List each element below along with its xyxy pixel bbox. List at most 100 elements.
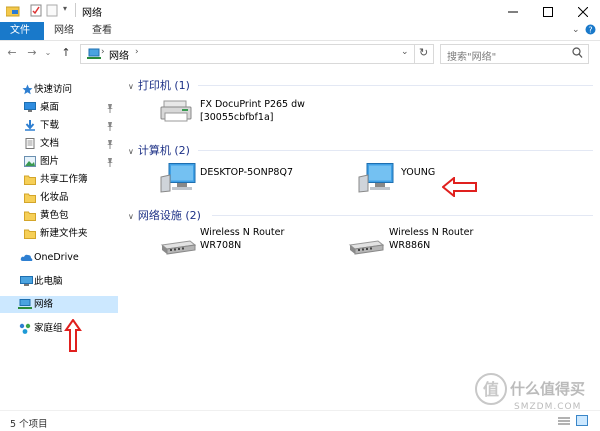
folder-icon (24, 210, 36, 221)
nav-item-desktop[interactable]: 桌面 (0, 99, 118, 116)
group-divider (198, 150, 593, 151)
up-arrow-icon[interactable]: ↑ (58, 45, 74, 61)
pin-icon[interactable] (106, 102, 114, 113)
computer-name: DESKTOP-5ONP8Q7 (200, 167, 293, 178)
router-model: WR708N (200, 240, 242, 251)
title-separator (75, 3, 76, 17)
nav-quick-access[interactable]: 快速访问 (0, 81, 118, 98)
explorer-app-icon[interactable] (5, 5, 20, 20)
network-item-router-wr886n[interactable]: Wireless N Router WR886N (348, 227, 538, 261)
nav-item-folder-cosmetics[interactable]: 化妆品 (0, 189, 118, 206)
address-divider (414, 45, 415, 63)
new-folder-icon[interactable] (46, 4, 58, 20)
window-title: 网络 (82, 8, 102, 19)
computer-icon (160, 163, 196, 196)
pin-icon[interactable] (106, 120, 114, 131)
svg-text:?: ? (588, 26, 592, 35)
breadcrumb-separator-icon[interactable]: › (101, 47, 105, 57)
forward-arrow-icon[interactable]: → (24, 45, 40, 61)
address-bar[interactable]: › 网络 › ⌄ ↻ (80, 44, 434, 64)
maximize-button[interactable] (531, 0, 565, 22)
computer-name: YOUNG (401, 167, 436, 178)
nav-item-downloads[interactable]: 下载 (0, 117, 118, 134)
pin-icon[interactable] (106, 156, 114, 167)
group-header-network-infrastructure[interactable]: ∨ 网络设施 (2) (128, 207, 201, 223)
nav-item-folder-new[interactable]: 新建文件夹 (0, 225, 118, 242)
folder-icon (24, 174, 36, 185)
star-icon (22, 84, 33, 95)
breadcrumb-network[interactable]: 网络 (109, 47, 129, 62)
search-input[interactable]: 搜索"网络" (447, 48, 496, 63)
group-header-computers[interactable]: ∨ 计算机 (2) (128, 142, 190, 158)
search-box[interactable]: 搜索"网络" (440, 44, 589, 64)
printer-icon (160, 99, 194, 128)
folder-icon (24, 192, 36, 203)
printer-id: [30055cbfbf1a] (200, 112, 274, 123)
address-row: ← → ⌄ ↑ › 网络 › ⌄ ↻ 搜索"网络" (0, 41, 600, 67)
desktop-icon (24, 102, 36, 113)
breadcrumb-chevron-icon: › (135, 47, 139, 57)
item-count: 5 个项目 (10, 419, 48, 430)
back-arrow-icon[interactable]: ← (4, 45, 20, 61)
title-bar: ▾ 网络 (0, 0, 600, 22)
properties-icon[interactable] (30, 4, 42, 20)
document-icon (24, 138, 35, 149)
nav-item-folder-yellow-bag[interactable]: 黄色包 (0, 207, 118, 224)
nav-item-folder-shared-workbook[interactable]: 共享工作簿 (0, 171, 118, 188)
quick-access-dropdown-icon[interactable]: ▾ (63, 4, 67, 13)
ribbon-expand-icon[interactable]: ⌄ (572, 25, 580, 35)
network-item-router-wr708n[interactable]: Wireless N Router WR708N (160, 227, 350, 261)
network-item-computer-desktop[interactable]: DESKTOP-5ONP8Q7 (160, 163, 350, 197)
printer-name: FX DocuPrint P265 dw (200, 99, 305, 110)
router-icon (348, 237, 385, 260)
red-up-arrow-annotation (64, 318, 82, 356)
nav-homegroup[interactable]: 家庭组 (0, 320, 118, 337)
close-button[interactable] (566, 0, 600, 22)
minimize-button[interactable] (496, 0, 530, 22)
pin-icon[interactable] (106, 138, 114, 149)
tab-network[interactable]: 网络 (44, 22, 84, 40)
nav-onedrive[interactable]: OneDrive (0, 249, 118, 266)
pictures-icon (24, 156, 36, 167)
nav-item-pictures[interactable]: 图片 (0, 153, 118, 170)
cloud-icon (20, 252, 33, 263)
watermark-subtext: SMZDM.COM (514, 402, 582, 412)
tab-file[interactable]: 文件 (0, 22, 44, 40)
homegroup-icon (18, 323, 31, 334)
folder-icon (24, 228, 36, 239)
group-divider (212, 215, 593, 216)
collapse-chevron-icon[interactable]: ∨ (128, 212, 134, 221)
network-icon (86, 48, 102, 63)
watermark-logo-icon: 值 (474, 372, 508, 409)
ribbon-tabs: 文件 网络 查看 ⌄ ? (0, 22, 600, 41)
download-icon (24, 120, 35, 131)
svg-text:值: 值 (483, 380, 499, 399)
router-model: WR886N (389, 240, 431, 251)
recent-locations-chevron-icon[interactable]: ⌄ (40, 45, 56, 61)
router-name: Wireless N Router (200, 227, 285, 238)
red-left-arrow-annotation (441, 175, 478, 200)
collapse-chevron-icon[interactable]: ∨ (128, 82, 134, 91)
content-pane: ∨ 打印机 (1) FX DocuPrint P265 dw [30055cbfb… (120, 67, 600, 410)
network-item-computer-young[interactable]: YOUNG (358, 163, 508, 197)
network-icon (18, 299, 32, 310)
smzdm-watermark: 值 什么值得买 SMZDM.COM (470, 370, 600, 430)
group-header-printers[interactable]: ∨ 打印机 (1) (128, 77, 190, 93)
tab-view[interactable]: 查看 (82, 22, 122, 40)
computer-icon (358, 163, 394, 196)
search-icon[interactable] (572, 47, 583, 62)
navigation-pane: 快速访问 桌面 下载 文档 图片 共享工作簿 化妆品 黄色包 新建文件夹 One… (0, 67, 120, 410)
router-name: Wireless N Router (389, 227, 474, 238)
nav-network[interactable]: 网络 (0, 296, 118, 313)
router-icon (160, 237, 197, 260)
refresh-icon[interactable]: ↻ (419, 46, 428, 59)
computer-icon (20, 276, 33, 287)
nav-this-pc[interactable]: 此电脑 (0, 273, 118, 290)
network-item-printer[interactable]: FX DocuPrint P265 dw [30055cbfbf1a] (160, 97, 360, 129)
help-icon[interactable]: ? (585, 24, 596, 38)
address-dropdown-icon[interactable]: ⌄ (401, 47, 409, 57)
nav-item-documents[interactable]: 文档 (0, 135, 118, 152)
collapse-chevron-icon[interactable]: ∨ (128, 147, 134, 156)
watermark-text: 什么值得买 (510, 380, 586, 398)
group-divider (198, 85, 593, 86)
